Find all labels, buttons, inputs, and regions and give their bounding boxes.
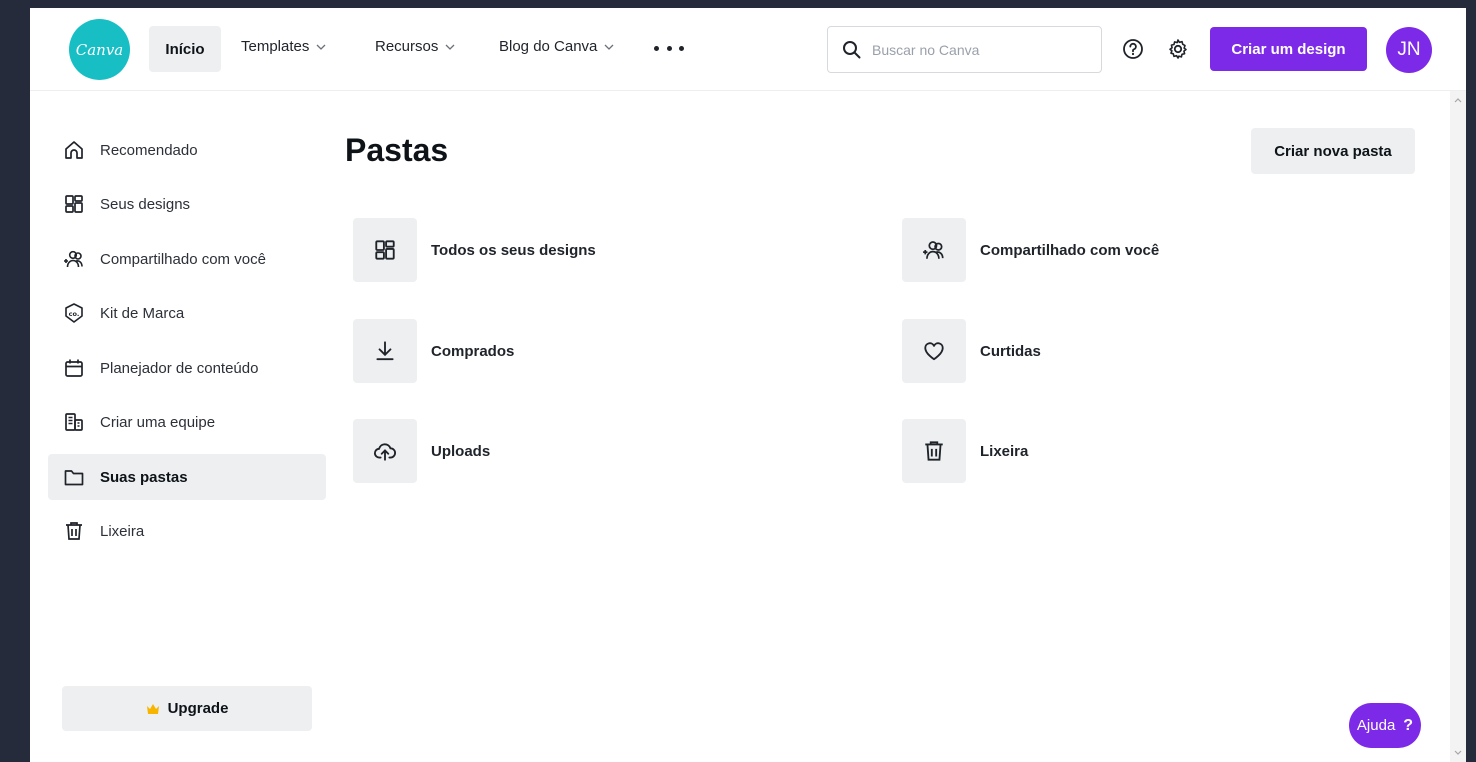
folder-item-todos[interactable]: Todos os seus designs bbox=[353, 218, 596, 282]
more-menu-icon[interactable] bbox=[654, 38, 684, 58]
folder-item-comprados[interactable]: Comprados bbox=[353, 319, 514, 383]
svg-text:co.: co. bbox=[69, 310, 80, 318]
folder-item-uploads[interactable]: Uploads bbox=[353, 419, 490, 483]
cloud-upload-icon bbox=[373, 443, 396, 461]
folder-tile bbox=[902, 319, 966, 383]
sidebar-item-label: Kit de Marca bbox=[100, 304, 185, 322]
create-folder-button[interactable]: Criar nova pasta bbox=[1251, 128, 1415, 174]
app-window: Canva Início Templates Recursos Blog do … bbox=[30, 8, 1466, 762]
scroll-down-icon[interactable] bbox=[1453, 748, 1463, 758]
calendar-icon bbox=[65, 359, 83, 377]
sidebar-item-label: Planejador de conteúdo bbox=[100, 359, 259, 377]
folder-tile bbox=[353, 218, 417, 282]
folder-label: Comprados bbox=[431, 342, 515, 360]
sidebar-item-kit-de-marca[interactable]: co. Kit de Marca bbox=[48, 290, 326, 336]
folder-label: Todos os seus designs bbox=[431, 241, 596, 259]
chevron-down-icon bbox=[445, 44, 455, 50]
folder-tile bbox=[902, 218, 966, 282]
nav-blog[interactable]: Blog do Canva bbox=[499, 38, 615, 55]
sidebar-item-label: Lixeira bbox=[100, 522, 145, 540]
sidebar-item-label: Suas pastas bbox=[100, 468, 188, 486]
sidebar-item-compartilhado[interactable]: Compartilhado com você bbox=[48, 236, 326, 282]
search-box[interactable] bbox=[827, 26, 1102, 73]
top-header: Canva Início Templates Recursos Blog do … bbox=[30, 8, 1466, 91]
nav-templates[interactable]: Templates bbox=[241, 38, 327, 55]
folder-tile bbox=[902, 419, 966, 483]
chevron-down-icon bbox=[604, 44, 614, 50]
search-icon bbox=[843, 40, 861, 58]
sidebar-item-label: Recomendado bbox=[100, 141, 198, 159]
folder-item-lixeira[interactable]: Lixeira bbox=[902, 419, 1028, 483]
folder-label: Curtidas bbox=[980, 342, 1041, 360]
upgrade-button[interactable]: Upgrade bbox=[62, 686, 312, 731]
sidebar-item-suas-pastas[interactable]: Suas pastas bbox=[48, 454, 326, 500]
team-building-icon bbox=[65, 413, 83, 431]
nav-recursos-label: Recursos bbox=[375, 38, 439, 55]
help-circle-icon[interactable] bbox=[1122, 38, 1144, 60]
gear-icon[interactable] bbox=[1167, 38, 1189, 60]
sidebar-item-lixeira[interactable]: Lixeira bbox=[48, 508, 326, 554]
nav-home[interactable]: Início bbox=[149, 26, 221, 72]
shared-users-icon bbox=[64, 250, 83, 268]
nav-templates-label: Templates bbox=[241, 38, 310, 55]
sidebar-item-recomendado[interactable]: Recomendado bbox=[48, 127, 326, 173]
grid-icon bbox=[65, 195, 83, 213]
logo-text: Canva bbox=[75, 40, 124, 59]
brand-kit-icon: co. bbox=[65, 303, 83, 323]
heart-icon bbox=[924, 342, 944, 361]
trash-icon bbox=[66, 522, 82, 540]
trash-icon bbox=[925, 441, 943, 461]
folder-label: Compartilhado com você bbox=[980, 241, 1160, 259]
crown-icon bbox=[146, 703, 159, 714]
vertical-scrollbar[interactable] bbox=[1450, 91, 1466, 762]
folder-tile bbox=[353, 419, 417, 483]
help-label: Ajuda bbox=[1356, 717, 1396, 734]
avatar[interactable]: JN bbox=[1386, 27, 1432, 73]
nav-recursos[interactable]: Recursos bbox=[375, 38, 456, 55]
create-design-button[interactable]: Criar um design bbox=[1210, 27, 1367, 71]
sidebar-item-label: Compartilhado com você bbox=[100, 250, 266, 268]
scroll-up-icon[interactable] bbox=[1453, 95, 1463, 105]
help-mark: ? bbox=[1403, 716, 1414, 734]
search-input[interactable] bbox=[872, 41, 1072, 58]
chevron-down-icon bbox=[316, 44, 326, 50]
folder-label: Lixeira bbox=[980, 442, 1029, 460]
upgrade-label: Upgrade bbox=[167, 700, 229, 717]
shared-users-icon bbox=[923, 241, 944, 259]
home-icon bbox=[65, 141, 83, 159]
nav-blog-label: Blog do Canva bbox=[499, 38, 598, 55]
folder-icon bbox=[64, 470, 84, 486]
folder-tile bbox=[353, 319, 417, 383]
help-button[interactable]: Ajuda ? bbox=[1349, 703, 1421, 748]
download-icon bbox=[376, 341, 394, 361]
folder-label: Uploads bbox=[431, 442, 491, 460]
sidebar-item-label: Seus designs bbox=[100, 195, 191, 213]
folder-item-compartilhado[interactable]: Compartilhado com você bbox=[902, 218, 1159, 282]
sidebar-item-planejador[interactable]: Planejador de conteúdo bbox=[48, 345, 326, 391]
sidebar-item-seus-designs[interactable]: Seus designs bbox=[48, 181, 326, 227]
grid-icon bbox=[375, 240, 395, 260]
canva-logo[interactable]: Canva bbox=[69, 19, 130, 80]
sidebar-item-label: Criar uma equipe bbox=[100, 413, 216, 431]
sidebar-item-criar-equipe[interactable]: Criar uma equipe bbox=[48, 399, 326, 445]
page-title: Pastas bbox=[345, 132, 449, 168]
folder-item-curtidas[interactable]: Curtidas bbox=[902, 319, 1041, 383]
